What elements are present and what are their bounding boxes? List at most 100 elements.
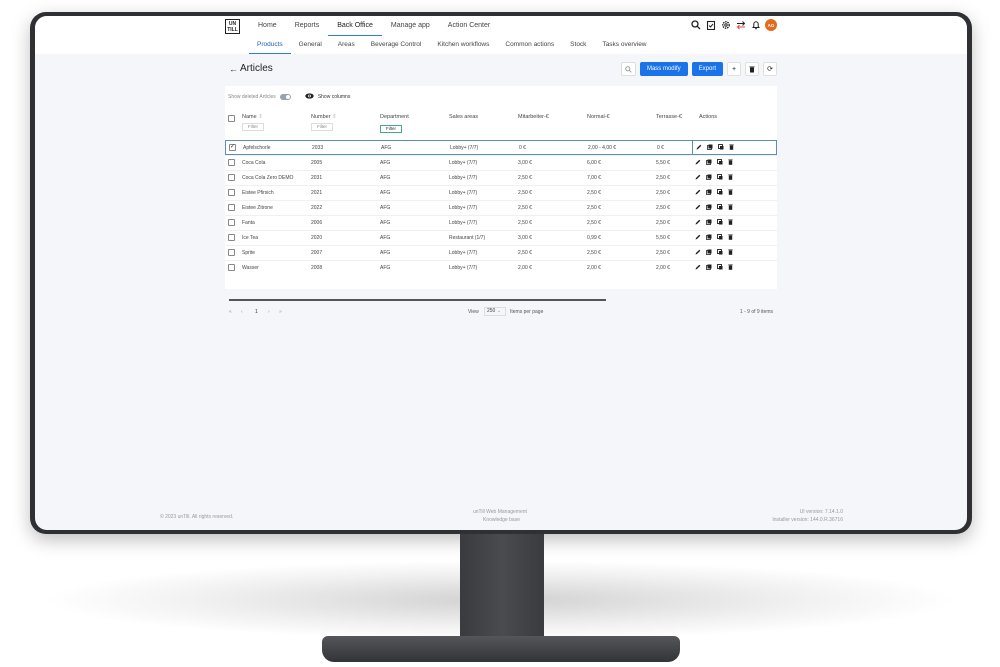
row-checkbox[interactable]: [228, 159, 235, 166]
row-checkbox[interactable]: [228, 264, 235, 271]
column-header-normal[interactable]: Normal-€: [587, 114, 610, 120]
bell-icon[interactable]: [750, 20, 761, 31]
edit-icon[interactable]: [695, 264, 701, 272]
tab-common-actions[interactable]: Common actions: [497, 38, 562, 54]
column-header-sales-areas[interactable]: Sales areas: [449, 114, 478, 120]
clipboard-icon[interactable]: [705, 20, 716, 31]
edit-icon[interactable]: [695, 174, 701, 182]
row-checkbox[interactable]: [228, 234, 235, 241]
edit-icon[interactable]: [695, 204, 701, 212]
column-header-terrasse[interactable]: Terrasse-€: [656, 114, 682, 120]
select-all-checkbox[interactable]: [228, 115, 235, 122]
department-filter[interactable]: Filter: [380, 125, 402, 133]
duplicate-icon[interactable]: [717, 234, 723, 242]
edit-icon[interactable]: [695, 234, 701, 242]
table-row[interactable]: Sprite 2007 AFG Lobby+ (7/7) 2,50 € 2,50 € 2,5…: [225, 245, 777, 260]
table-row[interactable]: Ice Tea 2020 AFG Restaurant (1/7) 3,00 € 0,99…: [225, 230, 777, 245]
table-row[interactable]: Coca Cola Zero DEMO 2031 AFG Lobby+ (7/7) 2,…: [225, 170, 777, 185]
gear-icon[interactable]: [720, 20, 731, 31]
untill-logo[interactable]: UN TILL: [225, 19, 240, 34]
edit-icon[interactable]: [695, 249, 701, 257]
main-nav-item-reports[interactable]: Reports: [286, 18, 329, 36]
delete-button[interactable]: [745, 62, 759, 76]
edit-icon[interactable]: [695, 189, 701, 197]
next-page-button[interactable]: ›: [268, 309, 270, 315]
row-checkbox[interactable]: [228, 219, 235, 226]
delete-icon[interactable]: [728, 219, 733, 227]
main-nav-item-home[interactable]: Home: [249, 18, 286, 36]
copy-icon[interactable]: [706, 249, 712, 257]
duplicate-icon[interactable]: [717, 219, 723, 227]
delete-icon[interactable]: [728, 174, 733, 182]
eye-icon[interactable]: [305, 92, 314, 101]
main-nav-item-manage-app[interactable]: Manage app: [382, 18, 439, 36]
duplicate-icon[interactable]: [717, 159, 723, 167]
table-row[interactable]: Fanta 2006 AFG Lobby+ (7/7) 2,50 € 2,50 € 2,50…: [225, 215, 777, 230]
copy-icon[interactable]: [706, 174, 712, 182]
delete-icon[interactable]: [728, 234, 733, 242]
copy-icon[interactable]: [707, 144, 713, 152]
delete-icon[interactable]: [728, 264, 733, 272]
duplicate-icon[interactable]: [717, 249, 723, 257]
main-nav-item-back-office[interactable]: Back Office: [328, 18, 382, 36]
row-checkbox[interactable]: [228, 174, 235, 181]
table-row[interactable]: Eistee Pfirsich 2021 AFG Lobby+ (7/7) 2,50 €…: [225, 185, 777, 200]
first-page-button[interactable]: «: [229, 309, 232, 315]
row-checkbox[interactable]: [229, 143, 236, 151]
transfer-icon[interactable]: [735, 20, 746, 31]
tab-areas[interactable]: Areas: [330, 38, 363, 54]
duplicate-icon[interactable]: [717, 264, 723, 272]
copy-icon[interactable]: [706, 234, 712, 242]
delete-icon[interactable]: [728, 159, 733, 167]
avatar[interactable]: AG: [765, 19, 777, 31]
mass-modify-button[interactable]: Mass modify: [639, 62, 688, 76]
add-button[interactable]: +: [727, 62, 741, 76]
last-page-button[interactable]: »: [279, 309, 282, 315]
knowledge-base-link[interactable]: Knowledge base: [483, 517, 520, 523]
delete-icon[interactable]: [728, 204, 733, 212]
tab-kitchen-workflows[interactable]: Kitchen workflows: [429, 38, 497, 54]
copy-icon[interactable]: [706, 159, 712, 167]
copy-icon[interactable]: [706, 219, 712, 227]
row-checkbox[interactable]: [228, 189, 235, 196]
copy-icon[interactable]: [706, 189, 712, 197]
search-icon[interactable]: [690, 20, 701, 31]
column-header-number[interactable]: Number ⇕: [311, 114, 337, 120]
edit-icon[interactable]: [696, 144, 702, 152]
delete-icon[interactable]: [729, 144, 734, 152]
column-header-name[interactable]: Name ⇕: [242, 114, 263, 120]
tab-stock[interactable]: Stock: [562, 38, 594, 54]
copy-icon[interactable]: [706, 264, 712, 272]
column-header-mitarbeiter[interactable]: Mitarbeiter-€: [518, 114, 549, 120]
tab-tasks-overview[interactable]: Tasks overview: [594, 38, 654, 54]
tab-products[interactable]: Products: [249, 38, 291, 54]
edit-icon[interactable]: [695, 159, 701, 167]
name-filter[interactable]: Filter: [242, 123, 264, 131]
prev-page-button[interactable]: ‹: [241, 309, 243, 315]
refresh-button[interactable]: ⟳: [763, 62, 777, 76]
tab-general[interactable]: General: [291, 38, 330, 54]
table-row[interactable]: Coca Cola 2005 AFG Lobby+ (7/7) 3,00 € 6,00 €…: [225, 155, 777, 170]
export-button[interactable]: Export: [691, 62, 723, 76]
current-page[interactable]: 1: [255, 309, 258, 315]
duplicate-icon[interactable]: [718, 144, 724, 152]
table-search-button[interactable]: [620, 62, 636, 76]
column-header-department[interactable]: Department: [380, 114, 409, 120]
show-columns-button[interactable]: Show columns: [318, 94, 351, 100]
table-row[interactable]: Eistee Zitrone 2022 AFG Lobby+ (7/7) 2,50 € 2…: [225, 200, 777, 215]
table-row[interactable]: Wasser 2008 AFG Lobby+ (7/7) 2,00 € 2,00 € 2,0…: [225, 260, 777, 275]
edit-icon[interactable]: [695, 219, 701, 227]
row-checkbox[interactable]: [228, 249, 235, 256]
number-filter[interactable]: Filter: [311, 123, 333, 131]
horizontal-scrollbar[interactable]: [229, 299, 606, 301]
main-nav-item-action-center[interactable]: Action Center: [439, 18, 499, 36]
duplicate-icon[interactable]: [717, 189, 723, 197]
show-deleted-toggle[interactable]: [279, 93, 291, 100]
page-size-select[interactable]: 250 ⌄: [484, 307, 506, 316]
copy-icon[interactable]: [706, 204, 712, 212]
back-arrow-icon[interactable]: ←: [229, 64, 238, 74]
delete-icon[interactable]: [728, 189, 733, 197]
tab-beverage-control[interactable]: Beverage Control: [363, 38, 430, 54]
duplicate-icon[interactable]: [717, 174, 723, 182]
duplicate-icon[interactable]: [717, 204, 723, 212]
